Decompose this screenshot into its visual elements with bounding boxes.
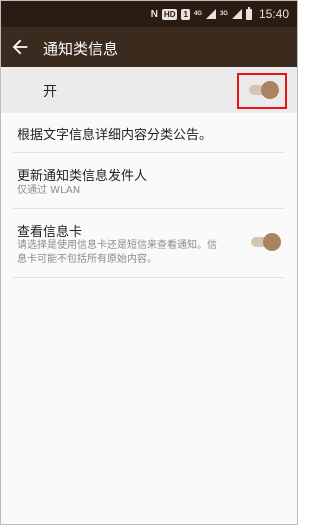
list-item-categorize[interactable]: 根据文字信息详细内容分类公告。 bbox=[1, 113, 297, 153]
highlight-box bbox=[237, 73, 287, 109]
app-bar: 通知类信息 bbox=[1, 27, 297, 67]
clock: 15:40 bbox=[258, 7, 289, 21]
item-subtitle: 仅通过 WLAN bbox=[17, 185, 81, 196]
master-switch-label: 开 bbox=[43, 84, 57, 100]
item-title: 查看信息卡 bbox=[17, 225, 83, 240]
toggle-thumb bbox=[263, 233, 281, 251]
status-bar: N HD 1 4G 3G 15:40 bbox=[1, 1, 297, 27]
item-title: 更新通知类信息发件人 bbox=[17, 169, 148, 184]
network-3g-label: 3G bbox=[219, 10, 228, 17]
list-item-info-card[interactable]: 查看信息卡 请选择是使用信息卡还是短信来查看通知。信 息卡可能不包括所有原始内容… bbox=[1, 209, 297, 277]
item-subtitle-line-1: 请选择是使用信息卡还是短信来查看通知。信 bbox=[17, 240, 217, 251]
signal-icon bbox=[231, 9, 242, 19]
network-4g-label: 4G bbox=[193, 10, 202, 17]
status-icons: N HD 1 4G 3G 15:40 bbox=[151, 6, 289, 22]
battery-icon bbox=[245, 6, 252, 20]
hd-icon: HD bbox=[161, 8, 178, 20]
item-subtitle-line-2: 息卡可能不包括所有原始内容。 bbox=[17, 254, 157, 265]
signal-icon bbox=[205, 9, 216, 19]
divider bbox=[13, 277, 285, 278]
list-item-update-senders[interactable]: 更新通知类信息发件人 仅通过 WLAN bbox=[1, 153, 297, 209]
arrow-left-icon[interactable] bbox=[9, 36, 31, 58]
sim-icon: 1 bbox=[181, 8, 190, 20]
info-card-toggle[interactable] bbox=[251, 231, 281, 253]
page-title: 通知类信息 bbox=[43, 40, 119, 58]
screen-frame: N HD 1 4G 3G 15:40 通知类信息 开 根据文字信息详细内容分类公… bbox=[0, 0, 298, 525]
item-title: 根据文字信息详细内容分类公告。 bbox=[17, 128, 213, 143]
nfc-icon: N bbox=[150, 8, 158, 20]
